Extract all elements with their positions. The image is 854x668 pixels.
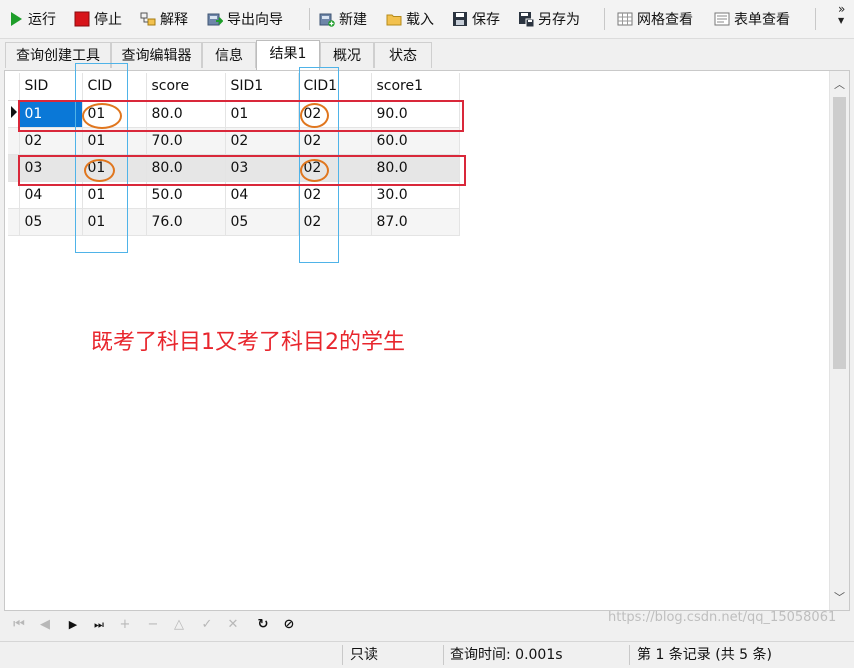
row-indicator-header: [8, 73, 20, 101]
last-record-icon[interactable]: ⏭: [90, 616, 108, 634]
explain-label: 解释: [160, 12, 188, 28]
overflow-chevron-icon: »: [838, 2, 846, 16]
grid-view-label: 网格查看: [637, 12, 693, 28]
load-label: 载入: [406, 12, 434, 28]
form-view-label: 表单查看: [734, 12, 790, 28]
cid-value-circle: [82, 103, 122, 129]
readonly-status: 只读: [350, 647, 378, 663]
export-icon: [207, 13, 223, 26]
export-wizard-label: 导出向导: [227, 12, 283, 28]
grid-cell[interactable]: 05: [19, 208, 83, 236]
column-header-sid[interactable]: SID: [19, 73, 83, 101]
annotation-note: 既考了科目1又考了科目2的学生: [91, 330, 405, 355]
toolbar: 运行 停止 解释 导出向导 新建 载入 保存 另存为 网格查看 表单查看 » ▼: [0, 0, 854, 39]
grid-view-button[interactable]: 网格查看: [617, 6, 693, 32]
watermark: https://blog.csdn.net/qq_15058061: [608, 610, 837, 625]
tab-profile[interactable]: 概况: [320, 42, 374, 68]
floppy-disk-icon: [453, 12, 467, 26]
tab-info[interactable]: 信息: [202, 42, 256, 68]
new-button[interactable]: 新建: [319, 6, 367, 32]
explain-button[interactable]: 解释: [140, 6, 188, 32]
column-header-score[interactable]: score: [146, 73, 226, 101]
load-button[interactable]: 载入: [386, 6, 434, 32]
next-record-icon[interactable]: ▶: [64, 616, 82, 634]
record-count-status: 第 1 条记录 (共 5 条): [637, 647, 772, 663]
run-button[interactable]: 运行: [8, 6, 56, 32]
cid-value-circle: [84, 159, 115, 182]
status-divider: [342, 645, 343, 665]
new-label: 新建: [339, 12, 367, 28]
save-as-label: 另存为: [538, 12, 580, 28]
query-time-status: 查询时间: 0.001s: [450, 647, 563, 663]
status-divider: [629, 645, 630, 665]
run-label: 运行: [28, 12, 56, 28]
stop-refresh-icon[interactable]: ⊘: [280, 616, 298, 634]
save-as-icon: [519, 12, 534, 27]
save-as-button[interactable]: 另存为: [518, 6, 580, 32]
status-bar: 只读 查询时间: 0.001s 第 1 条记录 (共 5 条): [0, 641, 854, 667]
discard-changes-icon[interactable]: ✕: [224, 616, 242, 634]
tab-status[interactable]: 状态: [374, 42, 432, 68]
save-button[interactable]: 保存: [452, 6, 500, 32]
new-query-icon: [319, 13, 335, 27]
save-label: 保存: [472, 12, 500, 28]
delete-record-icon[interactable]: −: [144, 616, 162, 634]
edit-record-icon[interactable]: △: [170, 616, 188, 634]
previous-record-icon[interactable]: ◀: [36, 616, 54, 634]
vertical-scrollbar[interactable]: ︿ ﹀: [829, 71, 849, 610]
cid1-value-circle: [300, 103, 329, 128]
toolbar-separator: [604, 8, 605, 30]
column-header-score1[interactable]: score1: [371, 73, 460, 101]
status-divider: [443, 645, 444, 665]
grid-cell[interactable]: 87.0: [371, 208, 460, 236]
first-record-icon[interactable]: ⏮: [10, 616, 28, 634]
tab-bar: 查询创建工具 查询编辑器 信息 结果1 概况 状态: [0, 40, 854, 70]
stop-label: 停止: [94, 12, 122, 28]
cid1-value-circle: [300, 159, 329, 182]
scroll-up-arrow-icon[interactable]: ︿: [830, 75, 849, 95]
play-icon: [11, 12, 22, 26]
scrollbar-thumb[interactable]: [833, 97, 846, 369]
row-indicator: [8, 208, 20, 236]
form-icon: [714, 12, 730, 26]
toolbar-overflow-button[interactable]: » ▼: [838, 2, 846, 26]
current-row-arrow-icon: [11, 105, 17, 118]
column-header-sid1[interactable]: SID1: [225, 73, 299, 101]
grid-cell[interactable]: 05: [225, 208, 299, 236]
toolbar-separator: [309, 8, 310, 30]
apply-changes-icon[interactable]: ✓: [198, 616, 216, 634]
add-record-icon[interactable]: +: [116, 616, 134, 634]
explain-icon: [140, 12, 156, 26]
toolbar-separator: [815, 8, 816, 30]
scroll-down-arrow-icon[interactable]: ﹀: [830, 588, 849, 608]
dropdown-arrow-icon: ▼: [838, 16, 845, 25]
stop-button[interactable]: 停止: [74, 6, 122, 32]
export-wizard-button[interactable]: 导出向导: [207, 6, 283, 32]
refresh-icon[interactable]: ↻: [254, 616, 272, 634]
grid-cell[interactable]: 76.0: [146, 208, 226, 236]
stop-icon: [74, 11, 90, 27]
folder-icon: [386, 14, 402, 26]
tab-result1[interactable]: 结果1: [256, 40, 320, 70]
form-view-button[interactable]: 表单查看: [714, 6, 790, 32]
grid-icon: [617, 12, 633, 26]
